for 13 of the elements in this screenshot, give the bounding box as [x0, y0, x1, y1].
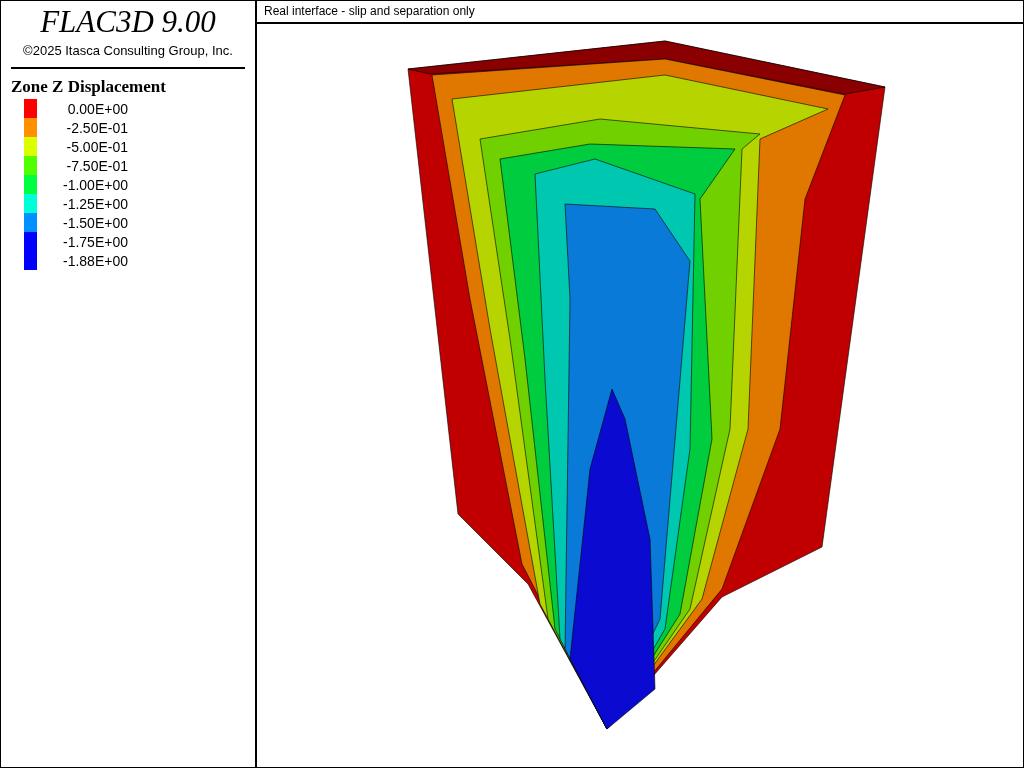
copyright-text: ©2025 Itasca Consulting Group, Inc.: [23, 43, 233, 58]
legend-value: -2.50E-01: [65, 119, 128, 136]
legend-value: -1.25E+00: [62, 195, 128, 212]
legend-value: -1.75E+00: [62, 233, 128, 250]
plot-title: Real interface - slip and separation only: [264, 4, 475, 18]
legend-value: -1.00E+00: [62, 176, 128, 193]
legend-value: -7.50E-01: [65, 157, 128, 174]
legend-value: 0.00E+00: [66, 100, 128, 117]
legend-value: -5.00E-01: [65, 138, 128, 155]
app-title: FLAC3D 9.00: [40, 5, 216, 39]
legend-value: -1.88E+00: [62, 252, 128, 269]
legend-title: Zone Z Displacement: [11, 77, 166, 97]
legend-value: -1.50E+00: [62, 214, 128, 231]
